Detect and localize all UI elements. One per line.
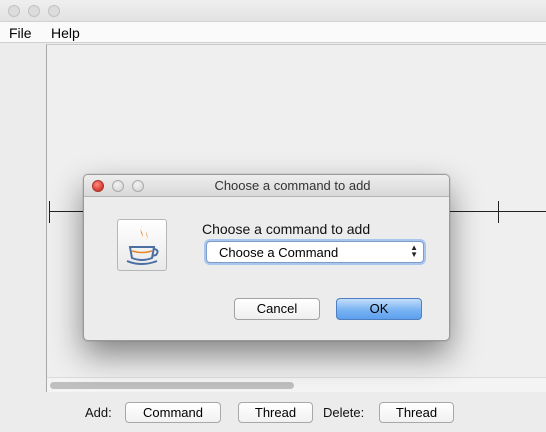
zoom-window-button[interactable] <box>48 5 60 17</box>
timeline-end-tick <box>498 201 499 223</box>
menubar: File Help <box>0 22 546 43</box>
dialog-title: Choose a command to add <box>214 178 371 193</box>
horizontal-scrollbar[interactable] <box>47 377 546 392</box>
menu-help[interactable]: Help <box>51 25 80 41</box>
delete-thread-button[interactable]: Thread <box>379 402 454 423</box>
timeline-start-tick <box>49 201 50 223</box>
add-label: Add: <box>85 405 112 420</box>
choose-command-dialog: Choose a command to add Choose a command… <box>83 174 450 341</box>
command-select[interactable]: Choose a Command ▲ ▼ <box>206 241 424 263</box>
cancel-button[interactable]: Cancel <box>234 298 320 320</box>
delete-label: Delete: <box>323 405 365 420</box>
add-command-button[interactable]: Command <box>125 402 221 423</box>
add-thread-button[interactable]: Thread <box>238 402 313 423</box>
command-select-value: Choose a Command <box>219 245 339 260</box>
ok-button[interactable]: OK <box>336 298 422 320</box>
window-titlebar <box>0 0 546 22</box>
left-panel <box>0 44 46 392</box>
scrollbar-thumb[interactable] <box>50 382 294 389</box>
minimize-window-button[interactable] <box>28 5 40 17</box>
updown-arrows-icon: ▲ ▼ <box>410 243 418 259</box>
bottom-toolbar: Add: Command Thread Delete: Thread <box>0 392 546 432</box>
dialog-titlebar: Choose a command to add <box>84 175 449 197</box>
menu-file[interactable]: File <box>9 25 32 41</box>
java-cup-icon <box>117 219 167 271</box>
close-window-button[interactable] <box>8 5 20 17</box>
dialog-prompt: Choose a command to add <box>202 221 371 237</box>
